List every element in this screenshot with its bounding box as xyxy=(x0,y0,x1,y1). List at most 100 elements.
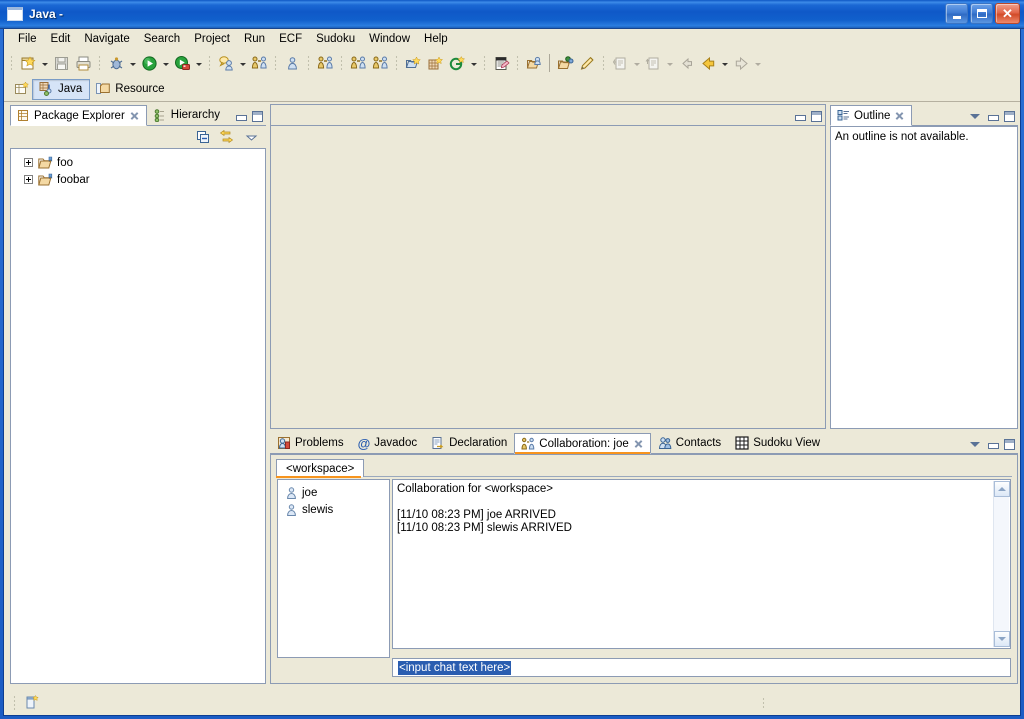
menu-window[interactable]: Window xyxy=(362,31,417,47)
tab-sudoku-view[interactable]: Sudoku View xyxy=(728,432,828,453)
toolbar-grip-3[interactable] xyxy=(208,54,211,72)
toolbar-grip-10[interactable] xyxy=(602,54,605,72)
close-button[interactable]: ✕ xyxy=(995,3,1020,24)
back-dropdown-icon[interactable] xyxy=(719,52,730,74)
menu-edit[interactable]: Edit xyxy=(44,31,78,47)
toolbar-grip-6[interactable] xyxy=(340,54,343,72)
menu-search[interactable]: Search xyxy=(137,31,187,47)
close-icon[interactable] xyxy=(894,110,905,121)
menu-run[interactable]: Run xyxy=(237,31,272,47)
search-folder-icon[interactable] xyxy=(554,52,576,74)
link-with-editor-icon[interactable] xyxy=(217,128,237,146)
menu-navigate[interactable]: Navigate xyxy=(77,31,136,47)
tree-item-foo[interactable]: foo xyxy=(11,154,265,171)
new-class-icon[interactable] xyxy=(446,52,468,74)
run-dropdown-icon[interactable] xyxy=(160,52,171,74)
back-small-icon[interactable] xyxy=(675,52,697,74)
minimize-icon[interactable] xyxy=(987,112,999,121)
new-package-icon[interactable] xyxy=(424,52,446,74)
maximize-icon[interactable] xyxy=(1004,111,1015,122)
close-icon[interactable] xyxy=(129,110,140,121)
tab-problems[interactable]: Problems xyxy=(270,432,351,453)
expand-icon[interactable] xyxy=(24,175,33,184)
run-icon[interactable] xyxy=(138,52,160,74)
next-annotation-icon[interactable] xyxy=(609,52,631,74)
forward-icon[interactable] xyxy=(730,52,752,74)
view-menu-icon[interactable] xyxy=(970,439,981,450)
pencil-icon[interactable] xyxy=(576,52,598,74)
tree-item-foobar[interactable]: foobar xyxy=(11,171,265,188)
previous-annotation-icon[interactable] xyxy=(642,52,664,74)
maximize-icon[interactable] xyxy=(811,111,822,122)
perspective-java[interactable]: Java xyxy=(32,78,91,100)
close-icon[interactable] xyxy=(633,438,644,449)
package-explorer-tree[interactable]: foo foobar xyxy=(10,148,266,684)
debug-icon[interactable] xyxy=(105,52,127,74)
next-annotation-dropdown-icon[interactable] xyxy=(631,52,642,74)
toolbar-grip-8[interactable] xyxy=(483,54,486,72)
new-class-dropdown-icon[interactable] xyxy=(468,52,479,74)
run-external-dropdown-icon[interactable] xyxy=(193,52,204,74)
run-external-tools-icon[interactable] xyxy=(171,52,193,74)
tab-declaration[interactable]: Declaration xyxy=(424,432,515,453)
menu-sudoku[interactable]: Sudoku xyxy=(309,31,362,47)
tab-outline[interactable]: Outline xyxy=(830,105,913,126)
toolbar-grip-5[interactable] xyxy=(307,54,310,72)
open-resource-icon[interactable] xyxy=(523,52,545,74)
toolbar-grip-2[interactable] xyxy=(98,54,101,72)
user-list-item[interactable]: slewis xyxy=(278,501,389,518)
minimize-button[interactable] xyxy=(945,3,968,24)
debug-dropdown-icon[interactable] xyxy=(127,52,138,74)
maximize-button[interactable] xyxy=(970,3,993,24)
toolbar-grip-9[interactable] xyxy=(516,54,519,72)
tab-contacts[interactable]: Contacts xyxy=(650,432,729,453)
menu-project[interactable]: Project xyxy=(187,31,237,47)
maximize-icon[interactable] xyxy=(252,111,263,122)
toolbar-grip-4[interactable] xyxy=(274,54,277,72)
ecf-connect3-icon[interactable] xyxy=(369,52,391,74)
view-menu-icon[interactable] xyxy=(241,128,261,146)
minimize-icon[interactable] xyxy=(794,112,806,121)
chat-input[interactable]: <input chat text here> xyxy=(392,658,1011,677)
save-icon[interactable] xyxy=(50,52,72,74)
print-icon[interactable] xyxy=(72,52,94,74)
ecf-connect-icon[interactable] xyxy=(314,52,336,74)
menu-ecf[interactable]: ECF xyxy=(272,31,309,47)
ecf-chat-dropdown-icon[interactable] xyxy=(237,52,248,74)
previous-annotation-dropdown-icon[interactable] xyxy=(664,52,675,74)
collapse-all-icon[interactable] xyxy=(193,128,213,146)
new-wizard-icon[interactable] xyxy=(17,52,39,74)
collaboration-user-list[interactable]: joe slewis xyxy=(277,479,390,658)
new-wizard-dropdown-icon[interactable] xyxy=(39,52,50,74)
ecf-connect2-icon[interactable] xyxy=(347,52,369,74)
tab-package-explorer[interactable]: Package Explorer xyxy=(10,105,147,126)
toolbar-grip[interactable] xyxy=(10,54,13,72)
open-perspective-icon[interactable] xyxy=(12,79,32,100)
tab-hierarchy[interactable]: Hierarchy xyxy=(146,104,227,125)
tab-javadoc[interactable]: @ Javadoc xyxy=(350,432,425,453)
user-list-item[interactable]: joe xyxy=(278,484,389,501)
forward-dropdown-icon[interactable] xyxy=(752,52,763,74)
view-menu-icon[interactable] xyxy=(970,111,981,122)
perspective-resource[interactable]: Resource xyxy=(90,79,171,100)
chat-log-scrollbar[interactable] xyxy=(993,481,1010,647)
scroll-up-icon[interactable] xyxy=(994,481,1010,497)
ecf-chat-icon[interactable] xyxy=(215,52,237,74)
open-type-icon[interactable] xyxy=(490,52,512,74)
toolbar-grip-7[interactable] xyxy=(395,54,398,72)
new-java-project-icon[interactable] xyxy=(402,52,424,74)
maximize-icon[interactable] xyxy=(1004,439,1015,450)
back-icon[interactable] xyxy=(697,52,719,74)
menu-file[interactable]: File xyxy=(11,31,44,47)
ecf-user-icon[interactable] xyxy=(281,52,303,74)
minimize-icon[interactable] xyxy=(235,112,247,121)
minimize-icon[interactable] xyxy=(987,440,999,449)
status-bar-grip[interactable] xyxy=(13,695,16,710)
expand-icon[interactable] xyxy=(24,158,33,167)
ecf-collaboration-icon[interactable] xyxy=(248,52,270,74)
scroll-down-icon[interactable] xyxy=(994,631,1010,647)
chat-log[interactable]: Collaboration for <workspace> [11/10 08:… xyxy=(392,479,1011,649)
menu-help[interactable]: Help xyxy=(417,31,455,47)
collab-session-tab[interactable]: <workspace> xyxy=(276,459,365,477)
tab-collaboration-joe[interactable]: Collaboration: joe xyxy=(514,433,651,454)
